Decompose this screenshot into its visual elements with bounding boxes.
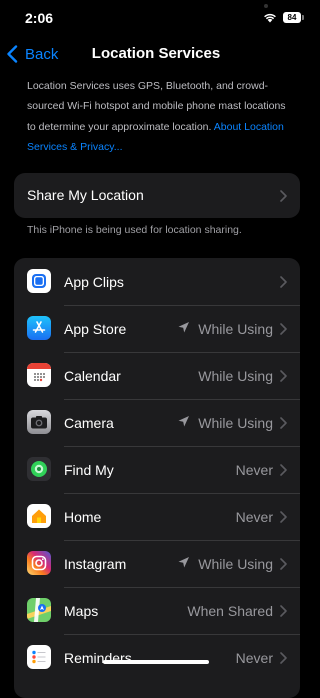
- app-row-reminders[interactable]: Reminders Never: [14, 634, 300, 681]
- app-name: App Clips: [64, 274, 124, 290]
- app-row-home[interactable]: Home Never: [14, 493, 300, 540]
- location-status: Never: [235, 650, 273, 666]
- find-my-icon: [27, 457, 51, 481]
- status-time: 2:06: [25, 10, 54, 26]
- app-name: Find My: [64, 462, 114, 478]
- location-status: When Shared: [187, 603, 273, 619]
- navigation-bar: Back Location Services: [0, 36, 312, 72]
- chevron-right-icon: [280, 190, 287, 202]
- app-row-calendar[interactable]: Calendar While Using: [14, 352, 300, 399]
- location-status: While Using: [198, 415, 273, 431]
- maps-icon: [27, 598, 51, 622]
- share-my-location-label: Share My Location: [27, 187, 144, 203]
- location-arrow-icon: [177, 415, 190, 428]
- app-row-find-my[interactable]: Find My Never: [14, 446, 300, 493]
- app-clips-icon: [27, 269, 51, 293]
- home-indicator: [103, 660, 209, 664]
- chevron-right-icon: [280, 557, 287, 570]
- chevron-right-icon: [280, 651, 287, 664]
- app-name: App Store: [64, 321, 127, 337]
- share-my-location-row[interactable]: Share My Location: [14, 173, 300, 218]
- instagram-icon: [27, 551, 51, 575]
- app-row-app-store[interactable]: App Store While Using: [14, 305, 300, 352]
- chevron-right-icon: [280, 510, 287, 523]
- status-bar: 2:06 84: [0, 0, 312, 36]
- app-row-camera[interactable]: Camera While Using: [14, 399, 300, 446]
- app-row-instagram[interactable]: Instagram While Using: [14, 540, 300, 587]
- chevron-right-icon: [280, 463, 287, 476]
- app-name: Home: [64, 509, 102, 525]
- location-arrow-icon: [177, 321, 190, 334]
- indicator-dot: [264, 4, 268, 8]
- location-status: Never: [235, 462, 273, 478]
- wifi-icon: [264, 13, 276, 23]
- app-name: Calendar: [64, 368, 121, 384]
- chevron-right-icon: [280, 604, 287, 617]
- app-name: Camera: [64, 415, 114, 431]
- home-icon: [27, 504, 51, 528]
- chevron-right-icon: [280, 369, 287, 382]
- location-status: While Using: [198, 556, 273, 572]
- app-row-maps[interactable]: Maps When Shared: [14, 587, 300, 634]
- location-status: While Using: [198, 321, 273, 337]
- chevron-right-icon: [280, 275, 287, 288]
- page-title: Location Services: [91, 45, 221, 62]
- calendar-icon: [27, 363, 51, 387]
- reminders-icon: [27, 645, 51, 669]
- chevron-right-icon: [280, 322, 287, 335]
- share-footer-text: This iPhone is being used for location s…: [27, 224, 242, 236]
- description-text: Location Services uses GPS, Bluetooth, a…: [27, 76, 289, 157]
- chevron-right-icon: [280, 416, 287, 429]
- app-name: Instagram: [64, 556, 127, 572]
- app-list: App Clips App Store While Using Calendar Whi…: [14, 258, 300, 698]
- location-status: Never: [235, 509, 273, 525]
- app-name: Maps: [64, 603, 99, 619]
- app-row-app-clips[interactable]: App Clips: [14, 258, 300, 305]
- battery-icon: 84: [283, 12, 304, 23]
- app-store-icon: [27, 316, 51, 340]
- location-arrow-icon: [177, 556, 190, 569]
- camera-icon: [27, 410, 51, 434]
- location-status: While Using: [198, 368, 273, 384]
